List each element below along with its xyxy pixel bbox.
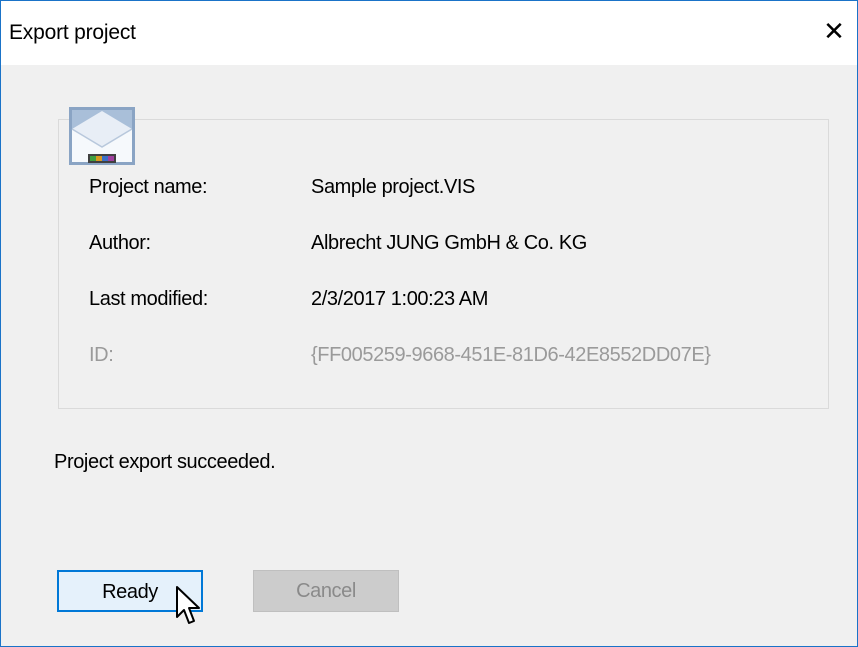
close-icon: ✕ — [823, 16, 845, 46]
project-file-icon — [69, 107, 135, 165]
last-modified-value: 2/3/2017 1:00:23 AM — [311, 288, 488, 310]
project-name-value: Sample project.VIS — [311, 176, 475, 198]
close-button[interactable]: ✕ — [811, 11, 857, 51]
title-bar: Export project ✕ — [1, 1, 857, 65]
cancel-button[interactable]: Cancel — [253, 570, 399, 612]
id-label: ID: — [89, 344, 114, 366]
project-name-label: Project name: — [89, 176, 208, 198]
export-project-dialog: Export project ✕ Project name: Sample pr… — [0, 0, 858, 647]
mouse-pointer-icon — [176, 586, 200, 624]
last-modified-label: Last modified: — [89, 288, 208, 310]
id-value: {FF005259-9668-451E-81D6-42E8552DD07E} — [311, 344, 711, 366]
author-value: Albrecht JUNG GmbH & Co. KG — [311, 232, 587, 254]
author-label: Author: — [89, 232, 151, 254]
window-title: Export project — [9, 21, 136, 44]
status-message: Project export succeeded. — [54, 451, 276, 473]
